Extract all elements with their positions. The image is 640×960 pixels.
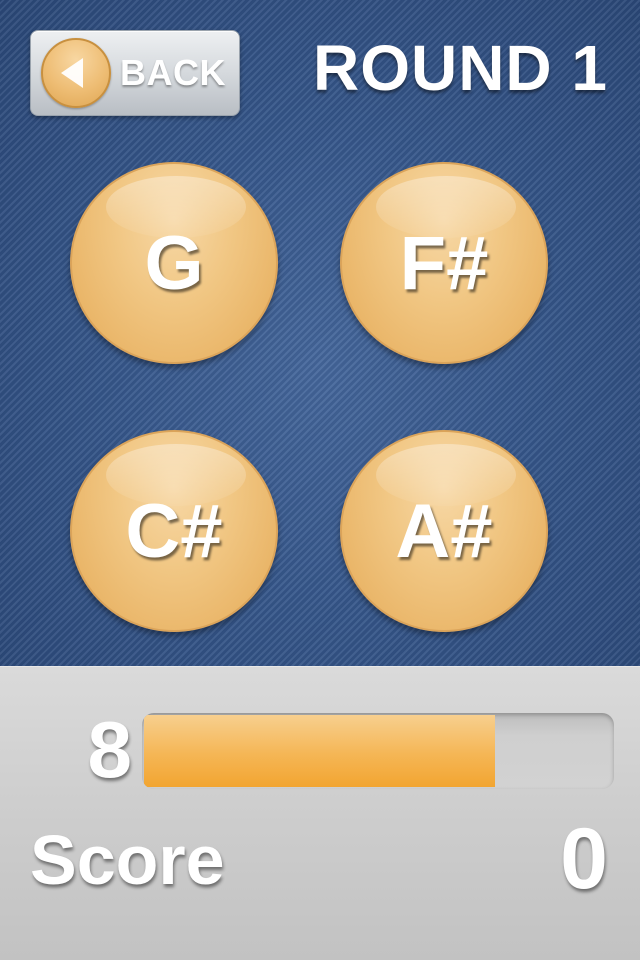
note-button-g[interactable]: G xyxy=(70,162,278,364)
note-button-a-sharp[interactable]: A# xyxy=(340,430,548,632)
game-screen: BACK ROUND 1 G F# C# A# 8 Score 0 xyxy=(0,0,640,960)
game-board: BACK ROUND 1 G F# C# A# xyxy=(0,0,640,666)
note-label: F# xyxy=(399,221,489,306)
note-button-f-sharp[interactable]: F# xyxy=(340,162,548,364)
timer-value: 8 xyxy=(87,705,133,794)
back-button-label: BACK xyxy=(120,52,226,93)
round-title: ROUND 1 xyxy=(312,32,608,104)
score-label: Score xyxy=(30,821,225,899)
back-button[interactable]: BACK xyxy=(30,30,240,116)
note-label: C# xyxy=(125,489,223,574)
note-button-c-sharp[interactable]: C# xyxy=(70,430,278,632)
status-panel: 8 Score 0 xyxy=(0,666,640,960)
timer-progress-fill xyxy=(144,715,495,787)
note-label: G xyxy=(144,221,204,306)
score-value: 0 xyxy=(560,811,608,907)
note-label: A# xyxy=(395,489,493,574)
timer-progress-bar xyxy=(142,713,614,789)
arrow-left-icon xyxy=(41,38,111,108)
